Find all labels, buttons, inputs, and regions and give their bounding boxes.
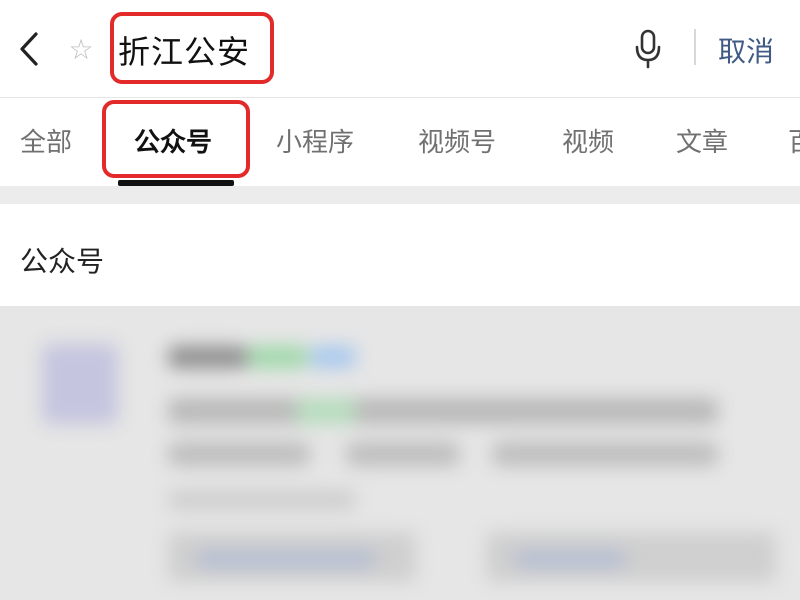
tab-channels[interactable]: 视频号 bbox=[418, 116, 496, 164]
tab-mini-programs[interactable]: 小程序 bbox=[276, 116, 354, 164]
tab-highlight-box bbox=[102, 100, 250, 178]
avatar bbox=[42, 344, 118, 424]
query-highlight-box bbox=[110, 12, 274, 84]
section-header: 公众号 bbox=[0, 204, 800, 306]
microphone-button[interactable] bbox=[630, 28, 666, 70]
text-line-placeholder bbox=[168, 398, 718, 424]
text-line-placeholder bbox=[196, 550, 376, 568]
tab-more[interactable]: 百 bbox=[788, 116, 800, 164]
tab-articles[interactable]: 文章 bbox=[676, 116, 728, 164]
back-button[interactable] bbox=[12, 26, 46, 72]
text-highlight-placeholder bbox=[296, 398, 356, 424]
section-title: 公众号 bbox=[20, 245, 105, 278]
text-line-placeholder bbox=[168, 490, 356, 510]
microphone-icon bbox=[635, 29, 661, 69]
section-spacer bbox=[0, 186, 800, 204]
text-line-placeholder bbox=[346, 442, 460, 466]
chevron-left-icon bbox=[20, 32, 38, 66]
cancel-button[interactable]: 取消 bbox=[718, 28, 774, 72]
text-line-placeholder bbox=[168, 442, 310, 466]
divider bbox=[694, 29, 696, 65]
account-name-placeholder bbox=[168, 346, 248, 368]
badge-placeholder bbox=[248, 346, 308, 368]
text-line-placeholder bbox=[492, 442, 718, 466]
tab-all[interactable]: 全部 bbox=[20, 116, 72, 164]
tab-videos[interactable]: 视频 bbox=[562, 116, 614, 164]
text-line-placeholder bbox=[514, 550, 626, 568]
blurred-content bbox=[0, 306, 800, 600]
star-icon[interactable]: ☆ bbox=[64, 30, 98, 70]
result-card[interactable] bbox=[0, 306, 800, 600]
badge-placeholder bbox=[310, 346, 356, 368]
